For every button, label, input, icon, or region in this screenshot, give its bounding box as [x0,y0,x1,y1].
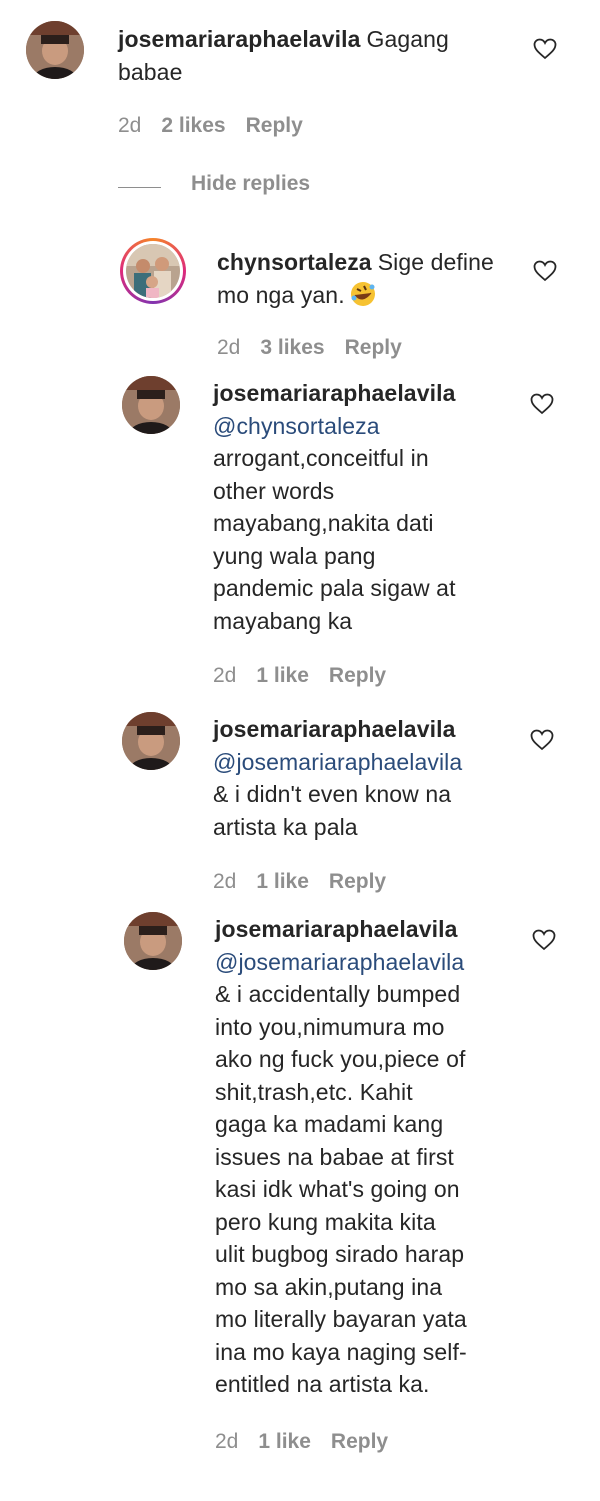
mention-link[interactable]: @josemariaraphaelavila [213,746,533,779]
mention-link[interactable]: @josemariaraphaelavila [215,946,535,979]
timestamp[interactable]: 2d [213,870,236,893]
username-link[interactable]: chynsortaleza [217,249,372,275]
reply-button[interactable]: Reply [345,336,402,359]
username-link[interactable]: josemariaraphaelavila [118,26,360,52]
likes-count[interactable]: 1 like [258,1430,311,1453]
avatar[interactable] [122,712,180,770]
likes-count[interactable]: 2 likes [161,114,225,137]
avatar-story-ring[interactable] [120,238,186,304]
comment-body: & i didn't even know na artista ka pala [213,781,452,840]
reply-button[interactable]: Reply [329,664,386,687]
comment-text: josemariaraphaelavila @chynsortaleza arrog… [213,377,513,637]
comment-body: & i accidentally bumped into you,nimumur… [215,981,467,1397]
username-link[interactable]: josemariaraphaelavila [213,377,507,410]
comment-text: josemariaraphaelavila Gagang babae [118,23,518,88]
timestamp[interactable]: 2d [215,1430,238,1453]
comment-text: josemariaraphaelavila @josemariaraphaelav… [215,913,535,1401]
divider [118,187,161,188]
heart-outline-icon[interactable] [530,729,554,751]
avatar[interactable] [26,21,84,79]
timestamp[interactable]: 2d [217,336,240,359]
comment-body: arrogant,conceitful in other words mayab… [213,445,456,634]
heart-outline-icon[interactable] [533,38,557,60]
comment-text: chynsortaleza Sige define mo nga yan. [217,246,517,311]
comment-meta: 2d 1 like Reply [213,870,406,894]
heart-outline-icon[interactable] [532,929,556,951]
username-link[interactable]: josemariaraphaelavila [215,913,529,946]
mention-link[interactable]: @chynsortaleza [213,410,513,443]
likes-count[interactable]: 1 like [256,870,309,893]
comment-meta: 2d 3 likes Reply [217,336,422,360]
heart-outline-icon[interactable] [530,393,554,415]
reply-button[interactable]: Reply [331,1430,388,1453]
comment-meta: 2d 1 like Reply [215,1430,408,1454]
hide-replies-label[interactable]: Hide replies [191,172,310,196]
comment-meta: 2d 1 like Reply [213,664,406,688]
timestamp[interactable]: 2d [213,664,236,687]
likes-count[interactable]: 1 like [256,664,309,687]
likes-count[interactable]: 3 likes [260,336,324,359]
timestamp[interactable]: 2d [118,114,141,137]
avatar[interactable] [124,912,182,970]
comment-text: josemariaraphaelavila @josemariaraphaelav… [213,713,533,843]
avatar[interactable] [122,376,180,434]
comment-meta: 2d 2 likes Reply [118,114,323,138]
avatar [126,244,180,298]
username-link[interactable]: josemariaraphaelavila [213,713,527,746]
reply-button[interactable]: Reply [246,114,303,137]
heart-outline-icon[interactable] [533,260,557,282]
reply-button[interactable]: Reply [329,870,386,893]
rolling-on-floor-laughing-emoji [350,281,375,306]
